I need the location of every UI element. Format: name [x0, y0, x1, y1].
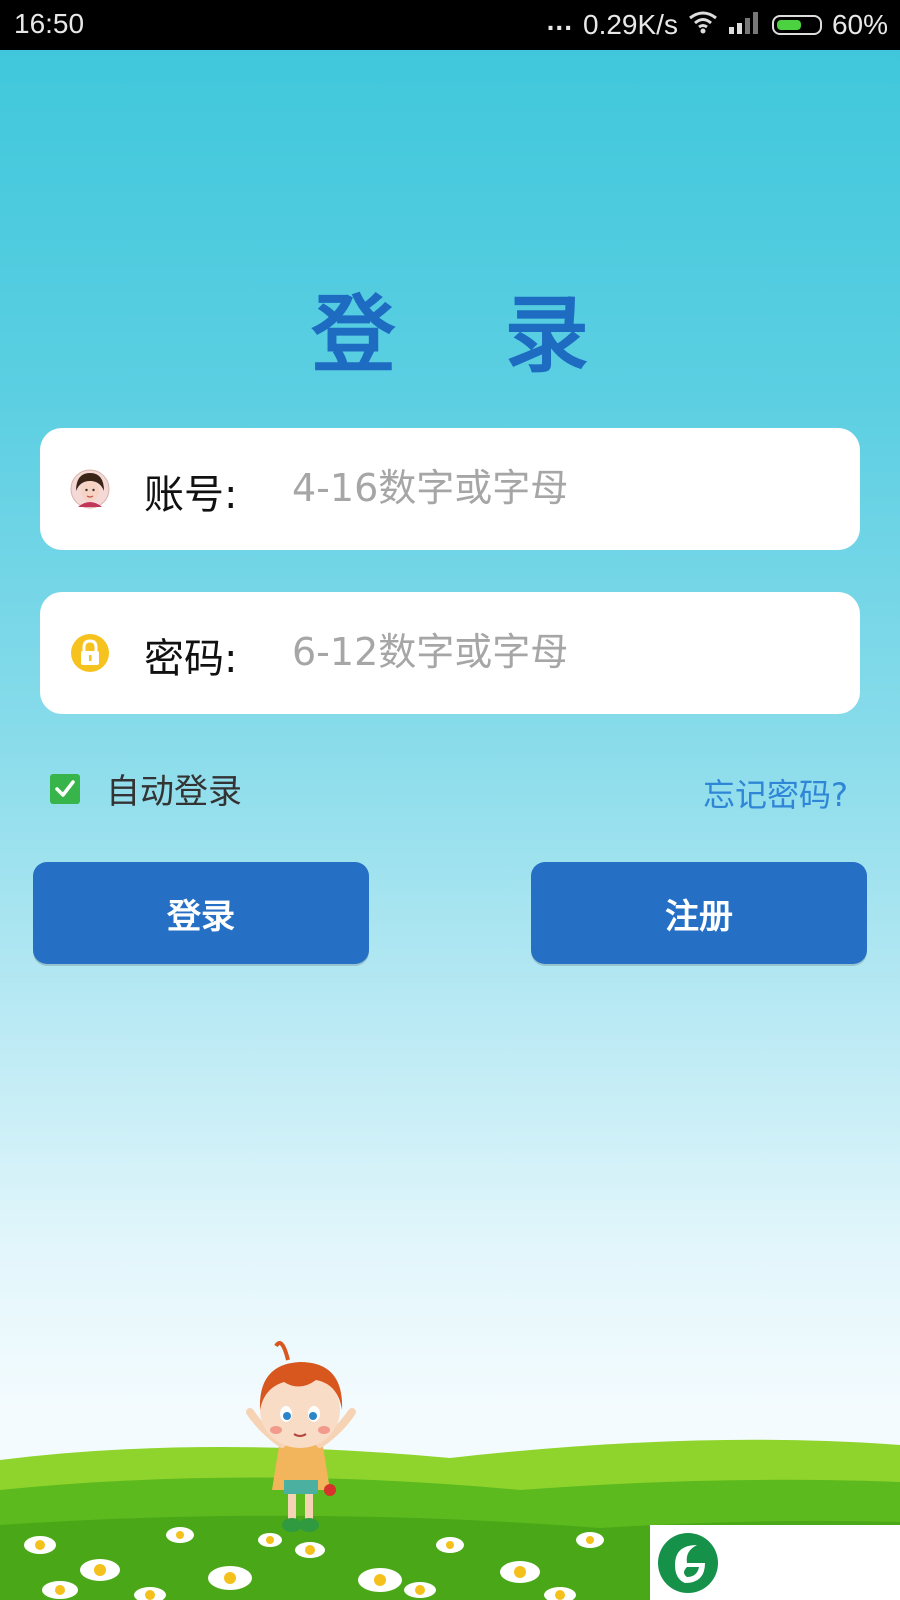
account-input[interactable] [292, 456, 832, 520]
wifi-icon [688, 9, 718, 41]
status-bar: 16:50 ... 0.29K/s 60% [0, 0, 900, 50]
auto-login-label: 自动登录 [106, 772, 242, 812]
page-title: 登 录 [311, 286, 629, 384]
auto-login-checkbox[interactable] [50, 773, 80, 804]
battery-icon [771, 15, 822, 35]
login-screen: 16:50 ... 0.29K/s 60% 登 录 账号: 4-16数字或字母 … [0, 0, 900, 1600]
password-input[interactable] [292, 620, 832, 684]
checkmark-icon [55, 779, 75, 797]
green-g-logo-icon [658, 1533, 718, 1593]
password-label: 密码: [144, 636, 238, 682]
logo-box [650, 1525, 900, 1600]
forgot-password-link[interactable]: 忘记密码? [703, 770, 848, 816]
password-field[interactable]: 密码: [40, 592, 860, 714]
account-label: 账号: [144, 472, 238, 518]
signal-bars-icon [728, 9, 762, 41]
register-button[interactable]: 注册 [531, 862, 867, 964]
more-dots: ... [546, 5, 573, 36]
auto-login-toggle[interactable]: 自动登录 [50, 764, 242, 813]
battery-percent: 60% [831, 9, 888, 40]
login-button[interactable]: 登录 [33, 862, 369, 964]
user-avatar-icon [70, 469, 110, 509]
account-field[interactable]: 账号: [40, 428, 860, 550]
status-indicators: ... 0.29K/s 60% [546, 5, 888, 42]
battery-level [776, 20, 801, 30]
status-time: 16:50 [14, 8, 85, 39]
network-speed: 0.29K/s [583, 9, 678, 40]
lock-icon [70, 633, 110, 673]
